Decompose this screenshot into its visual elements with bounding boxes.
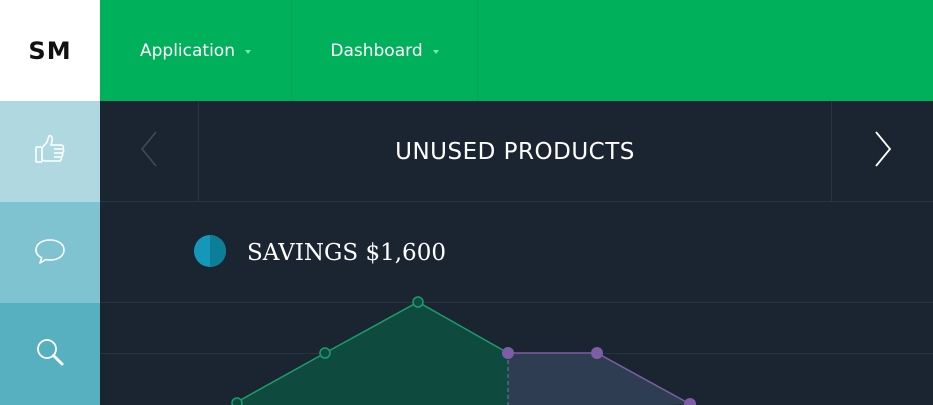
menu-dashboard-label: Dashboard — [330, 40, 423, 61]
menu-application-label: Application — [140, 40, 235, 61]
savings-summary: SAVINGS $1,600 — [194, 234, 446, 272]
search-icon — [33, 335, 67, 374]
chart-point[interactable] — [591, 347, 603, 359]
chart-point[interactable] — [412, 296, 424, 308]
chart-point[interactable] — [684, 398, 696, 405]
chevron-down-icon — [432, 49, 439, 54]
menu-dashboard[interactable]: Dashboard — [292, 0, 477, 101]
logo[interactable]: SM — [0, 0, 100, 101]
purple-area — [508, 353, 690, 405]
page-title: UNUSED PRODUCTS — [395, 138, 635, 165]
savings-label: SAVINGS $1,600 — [247, 240, 446, 266]
chevron-right-icon — [872, 129, 894, 174]
sidebar-item-messages[interactable] — [0, 202, 100, 303]
thumbs-up-icon — [33, 132, 67, 171]
savings-dot-icon — [194, 234, 226, 272]
menu-application[interactable]: Application — [100, 0, 291, 101]
top-bar: Application Dashboard — [100, 0, 933, 101]
sidebar-item-likes[interactable] — [0, 101, 100, 202]
chevron-down-icon — [245, 49, 251, 54]
sidebar-item-search[interactable] — [0, 303, 100, 405]
prev-button[interactable] — [100, 101, 199, 202]
chat-bubble-icon — [33, 233, 67, 272]
chart-point[interactable] — [502, 347, 514, 359]
divider — [477, 0, 478, 101]
next-button[interactable] — [831, 101, 933, 202]
chevron-left-icon — [138, 129, 160, 174]
chart-point[interactable] — [319, 347, 331, 359]
chart-point[interactable] — [231, 397, 243, 405]
header-band: UNUSED PRODUCTS — [100, 101, 933, 202]
savings-chart — [100, 296, 933, 405]
